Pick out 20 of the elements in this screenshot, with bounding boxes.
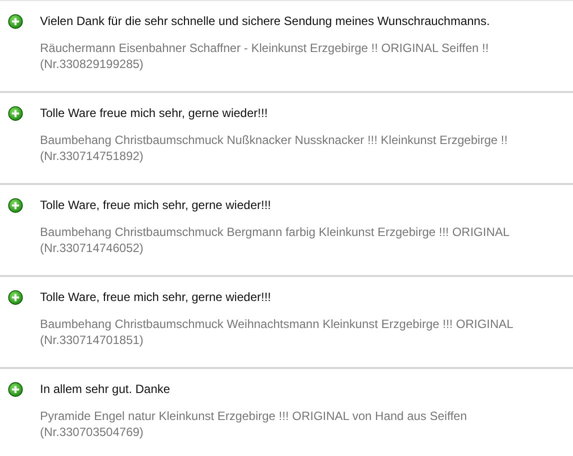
item-number: (Nr.330829199285) — [40, 56, 144, 72]
item-title: Baumbehang Christbaumschmuck Bergmann farbig Kleinkunst Erzgebirge !!! ORIGINAL — [40, 224, 510, 240]
plus-icon — [8, 14, 23, 29]
feedback-comment: Vielen Dank für die sehr schnelle und sichere Sendung meines Wunschrauchmanns. — [40, 13, 490, 29]
item-number: (Nr.330714746052) — [40, 240, 144, 256]
item-number: (Nr.330714751892) — [40, 148, 144, 164]
plus-icon — [8, 106, 23, 121]
item-title: Baumbehang Christbaumschmuck Weihnachtsmann Kleinkunst Erzgebirge !!! ORIGINAL — [40, 316, 514, 332]
feedback-comment: Tolle Ware freue mich sehr, gerne wieder!!! — [40, 105, 269, 121]
plus-icon — [8, 290, 23, 305]
plus-icon — [8, 198, 23, 213]
item-number: (Nr.330703504769) — [40, 424, 144, 440]
item-number: (Nr.330714701851) — [40, 332, 144, 348]
feedback-comment: Tolle Ware, freue mich sehr, gerne wieder!!! — [40, 289, 272, 305]
item-title: Räuchermann Eisenbahner Schaffner - Kleinkunst Erzgebirge !! ORIGINAL Seiffen !! — [40, 40, 490, 56]
item-title: Baumbehang Christbaumschmuck Nußknacker Nussknacker !!! Kleinkunst Erzgebirge !! — [40, 132, 508, 148]
feedback-comment: In allem sehr gut. Danke — [40, 381, 172, 397]
feedback-comment: Tolle Ware, freue mich sehr, gerne wieder!!! — [40, 197, 272, 213]
plus-icon — [8, 382, 23, 397]
item-title: Pyramide Engel natur Kleinkunst Erzgebirge !!! ORIGINAL von Hand aus Seiffen — [40, 408, 467, 424]
